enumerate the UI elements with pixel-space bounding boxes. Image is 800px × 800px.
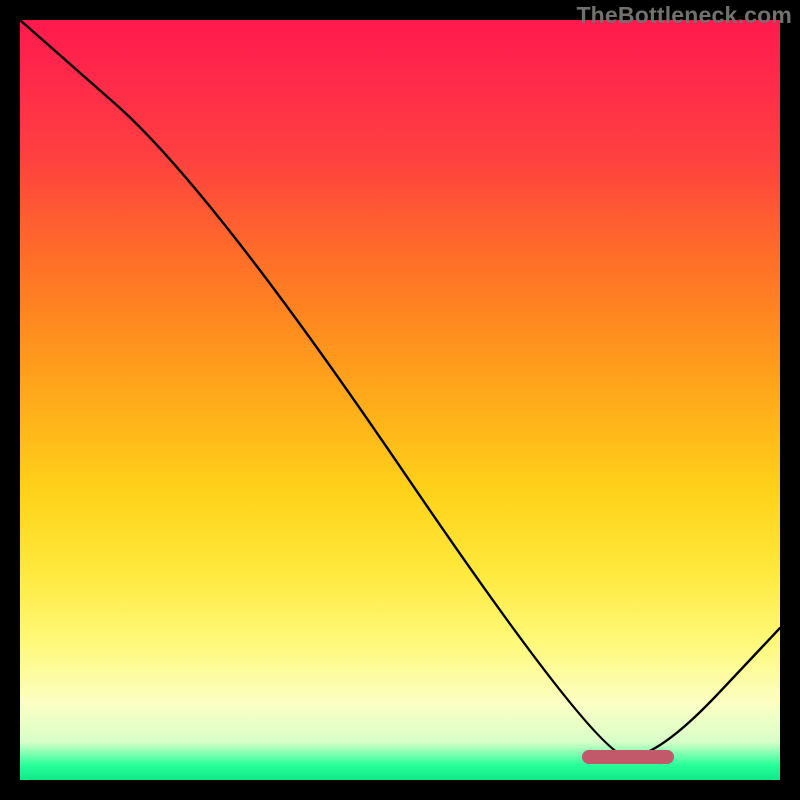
watermark-text: TheBottleneck.com (576, 2, 792, 29)
plot-area (20, 20, 780, 780)
chart-curve (20, 20, 780, 757)
chart-container: TheBottleneck.com (0, 0, 800, 800)
chart-marker (582, 750, 673, 764)
chart-line-layer (20, 20, 780, 780)
